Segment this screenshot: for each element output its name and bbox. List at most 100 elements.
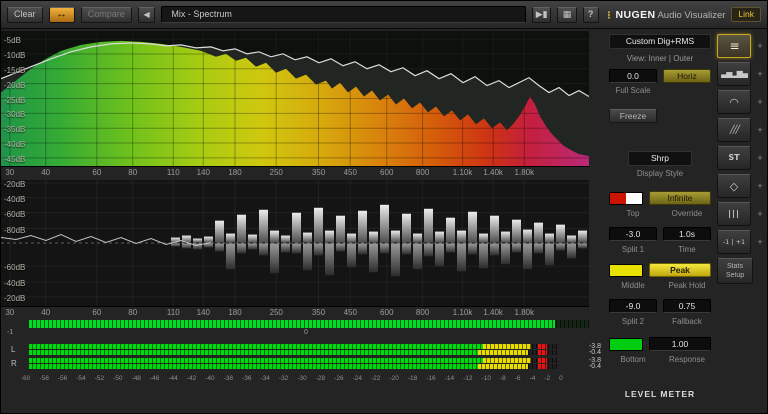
add-module-button[interactable]: +: [754, 40, 766, 52]
split1-label: Split 1: [621, 245, 645, 254]
display-style-select[interactable]: Shrp: [628, 151, 692, 166]
peak-hold-label: Peak Hold: [668, 281, 706, 290]
clear-button[interactable]: Clear: [7, 6, 43, 23]
response-input[interactable]: 1.00: [649, 337, 711, 351]
freq-tick-label: 1.40k: [483, 308, 503, 317]
freq-tick-label: 180: [228, 308, 242, 317]
meter-readout: -0.4: [588, 363, 601, 370]
freq-tick-label: 1.10k: [452, 168, 473, 177]
mode-button-spectrogram[interactable]: ╱╱╱: [717, 118, 751, 142]
help-button[interactable]: ?: [582, 6, 599, 23]
grid-icon: ▦: [562, 9, 572, 19]
stats-setup-label: Stats: [727, 263, 743, 270]
full-scale-label: Full Scale: [615, 86, 651, 95]
level-meter-strip: [29, 350, 557, 355]
add-module-button[interactable]: +: [754, 236, 766, 248]
mode-button-correlation[interactable]: -1 | +1: [717, 230, 751, 254]
add-module-button[interactable]: +: [754, 96, 766, 108]
freq-tick-label: 80: [128, 308, 138, 317]
top-color-swatch[interactable]: [609, 191, 643, 205]
middle-color-swatch[interactable]: [609, 263, 643, 277]
spectrum-bars-icon: ▃▅▂▆▄: [721, 69, 748, 78]
scale-tick-label: -42: [186, 375, 197, 382]
add-module-button[interactable]: +: [754, 124, 766, 136]
stats-setup-button[interactable]: Stats Setup: [717, 258, 753, 284]
top-color-primary: [610, 192, 626, 204]
freq-tick-label: 250: [269, 168, 283, 177]
add-module-button[interactable]: +: [754, 180, 766, 192]
spectrum-canvas: [1, 31, 589, 166]
preset-prev-button[interactable]: ◀: [137, 6, 156, 23]
freq-tick-label: 1.80k: [514, 308, 535, 317]
frequency-axis: 30 40 60 80 110 140 180 250 350 450 600 800 1.10k 1.4…: [1, 168, 589, 178]
time-label: Time: [678, 245, 696, 254]
scale-tick-label: -54: [76, 375, 86, 382]
brand-text: NUGEN: [615, 8, 656, 21]
fallback-input[interactable]: 0.75: [663, 299, 711, 313]
peak-button[interactable]: Peak: [649, 263, 711, 277]
scale-tick-label: -38: [223, 375, 234, 382]
full-scale-input[interactable]: 0.0: [609, 69, 657, 83]
diff-canvas: [1, 180, 589, 306]
level-meter-strip: [29, 364, 557, 369]
module-row: ▃▅▂▆▄ +: [717, 62, 766, 86]
left-chevron-icon: ◀: [143, 10, 150, 19]
correlation-meter-bar: [29, 320, 556, 328]
add-module-button[interactable]: +: [754, 152, 766, 164]
mode-button-spectrum-bars[interactable]: ▃▅▂▆▄: [717, 62, 751, 86]
infinite-button[interactable]: Infinite: [649, 191, 711, 205]
freeze-button[interactable]: Freeze: [609, 109, 657, 123]
module-row: -1 | +1 +: [717, 230, 766, 254]
horiz-button[interactable]: Horiz: [663, 69, 711, 83]
scale-tick-label: -50: [113, 375, 123, 382]
add-module-button[interactable]: +: [754, 68, 766, 80]
scale-tick-label: -56: [57, 375, 68, 382]
vectorscope-icon: ◇: [729, 179, 739, 193]
freq-tick-label: 600: [380, 168, 394, 177]
mode-button-stereo-spectrum[interactable]: ST: [717, 146, 751, 170]
module-row: ╱╱╱ +: [717, 118, 766, 142]
meter-type-select[interactable]: Custom Dig+RMS: [609, 34, 711, 49]
mode-button-multiband[interactable]: |||: [717, 202, 751, 226]
time-input[interactable]: 1.0s: [663, 227, 711, 241]
add-module-button[interactable]: +: [754, 208, 766, 220]
level-meter-icon: ≡: [729, 39, 739, 53]
play-pause-button[interactable]: ▶▮: [532, 6, 552, 23]
level-meter-strip: [29, 358, 557, 363]
top-color-secondary: [626, 192, 642, 204]
stereo-spectrum-icon: ST: [728, 153, 740, 162]
mode-button-spectrum-curve[interactable]: ◠: [717, 90, 751, 114]
link-button[interactable]: Link: [731, 7, 761, 22]
freq-tick-label: 1.80k: [514, 168, 535, 177]
split2-input[interactable]: -9.0: [609, 299, 657, 313]
compare-button[interactable]: Compare: [80, 6, 132, 23]
peak-hold-mark: [537, 364, 548, 369]
preset-display[interactable]: Mix - Spectrum: [161, 6, 527, 23]
module-row: ||| +: [717, 202, 766, 226]
freq-tick-label: 450: [343, 168, 357, 177]
ab-swap-button[interactable]: ↔: [48, 6, 75, 23]
correlation-meter: [29, 320, 589, 328]
middle-label: Middle: [621, 281, 645, 290]
scale-tick-label: -40: [205, 375, 215, 382]
bottom-label: Bottom: [620, 355, 646, 364]
frequency-axis: 30 40 60 80 110 140 180 250 350 450 600 800 1.10k 1.4…: [1, 308, 589, 318]
scale-tick-label: -48: [131, 375, 141, 382]
split1-input[interactable]: -3.0: [609, 227, 657, 241]
freq-tick-label: 60: [92, 168, 102, 177]
layout-button[interactable]: ▦: [557, 6, 577, 23]
freq-tick-label: 800: [415, 168, 430, 177]
scale-tick-label: -22: [371, 375, 381, 382]
corr-minus-one-label: -1: [7, 329, 14, 336]
scale-tick-label: -34: [260, 375, 270, 382]
mode-button-level-meter[interactable]: ≡: [717, 34, 751, 58]
view-mode-toggle[interactable]: View: Inner | Outer: [609, 54, 711, 63]
module-row: ◇ +: [717, 174, 766, 198]
freq-tick-label: 140: [196, 168, 210, 177]
freq-tick-label: 30: [5, 308, 15, 317]
mode-button-vectorscope[interactable]: ◇: [717, 174, 751, 198]
display-area: -5dB -10dB -15dB -20dB -25dB -30dB -35dB -40dB -…: [1, 29, 605, 413]
bottom-color-swatch[interactable]: [609, 337, 643, 351]
freq-tick-label: 180: [228, 168, 242, 177]
peak-hold-mark: [537, 350, 548, 355]
